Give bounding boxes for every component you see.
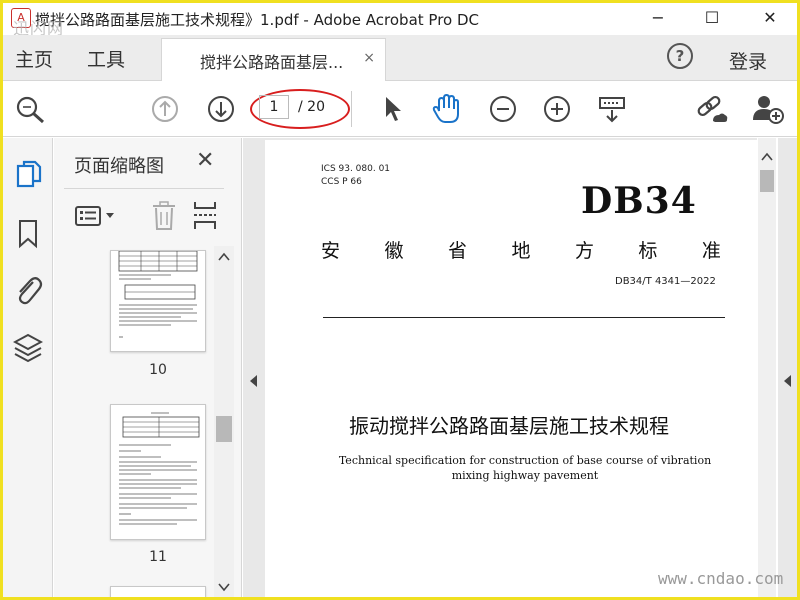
panel-close-icon[interactable]: ✕ [196, 148, 214, 173]
right-collapse-strip[interactable] [778, 138, 797, 597]
header-rule [323, 317, 725, 318]
login-button[interactable]: 登录 [729, 47, 767, 74]
main-toolbar: 1 / 20 [3, 81, 797, 137]
watermark-bottom: www.cndao.com [658, 569, 784, 588]
doc-scroll-up-icon[interactable] [761, 152, 773, 162]
document-subtitle: Technical specification for construction… [338, 454, 712, 482]
doc-scroll-thumb[interactable] [760, 170, 774, 192]
collapse-right-icon[interactable] [783, 374, 793, 388]
hand-icon[interactable] [431, 93, 465, 125]
province-char: 准 [701, 240, 721, 262]
province-char: 省 [447, 240, 467, 262]
panel-title: 页面缩略图 [74, 156, 164, 177]
menu-tools[interactable]: 工具 [87, 45, 125, 72]
province-char: 徽 [384, 240, 404, 262]
bookmarks-icon[interactable] [17, 218, 41, 250]
thumbnail-page-10-content [118, 250, 198, 338]
maximize-button[interactable]: ☐ [689, 3, 735, 33]
ccs-code: CCS P 66 [321, 177, 362, 187]
page-up-icon[interactable] [151, 95, 179, 123]
thumbnail-page-number: 11 [149, 549, 167, 565]
share-link-icon[interactable] [695, 95, 729, 125]
page-thumbnails-icon[interactable] [15, 160, 43, 190]
toolbar-divider [351, 91, 352, 127]
province-char: 方 [574, 240, 594, 262]
thumbnail-options-icon[interactable] [74, 204, 120, 228]
menu-home[interactable]: 主页 [15, 45, 53, 72]
scroll-up-icon[interactable] [218, 252, 230, 262]
thumbnail-panel: 页面缩略图 ✕ 10 11 [54, 138, 242, 597]
delete-page-icon[interactable] [150, 200, 178, 232]
panel-divider [64, 188, 224, 189]
add-user-icon[interactable] [751, 93, 785, 125]
province-char: 标 [638, 240, 658, 262]
collapse-left-icon[interactable] [249, 374, 259, 388]
title-bar: A 搅拌公路路面基层施工技术规程》1.pdf - Adobe Acrobat P… [3, 3, 797, 38]
zoom-out-icon[interactable] [489, 95, 517, 123]
navigation-rail [3, 138, 53, 597]
province-standard: 安 徽 省 地 方 标 准 [321, 236, 721, 263]
layers-icon[interactable] [13, 332, 43, 364]
window-title: 搅拌公路路面基层施工技术规程》1.pdf - Adobe Acrobat Pro… [35, 11, 480, 29]
thumbnail-list: 10 11 [54, 246, 214, 597]
thumbnail-page-12[interactable] [110, 586, 206, 597]
db-logo: DB34 [581, 180, 697, 222]
page-total: / 20 [298, 99, 325, 115]
page-down-icon[interactable] [207, 95, 235, 123]
tab-close-icon[interactable]: × [363, 50, 375, 66]
minimize-button[interactable]: − [635, 3, 681, 33]
scroll-mode-icon[interactable] [597, 95, 627, 125]
thumbnail-page-number: 10 [149, 362, 167, 378]
search-icon[interactable] [15, 95, 47, 125]
left-collapse-strip[interactable] [243, 138, 263, 597]
ics-code: ICS 93. 080. 01 [321, 164, 391, 174]
thumbnail-page-10[interactable] [110, 250, 206, 352]
province-char: 地 [511, 240, 531, 262]
acrobat-window: A 搅拌公路路面基层施工技术规程》1.pdf - Adobe Acrobat P… [3, 3, 797, 597]
help-icon[interactable]: ? [667, 43, 693, 69]
thumbnail-page-11[interactable] [110, 404, 206, 540]
thumbnail-page-11-content [119, 412, 200, 525]
select-arrow-icon[interactable] [383, 95, 405, 123]
tab-document-label: 搅拌公路路面基层... [200, 53, 344, 72]
thumbnail-scrollbar[interactable] [214, 246, 234, 597]
province-char: 安 [321, 240, 341, 262]
scroll-down-icon[interactable] [218, 582, 230, 592]
zoom-in-icon[interactable] [543, 95, 571, 123]
thumbnail-scroll-thumb[interactable] [216, 416, 232, 442]
page-number-input[interactable]: 1 [259, 95, 289, 119]
document-scrollbar[interactable] [758, 138, 776, 597]
standard-number: DB34/T 4341—2022 [615, 276, 716, 287]
document-title: 振动搅拌公路路面基层施工技术规程 [349, 414, 669, 438]
document-viewer: ICS 93. 080. 01 CCS P 66 DB34 安 徽 省 地 方 … [263, 138, 757, 597]
tab-bar: 主页 工具 搅拌公路路面基层... × ? 登录 [3, 35, 797, 81]
tab-document[interactable]: 搅拌公路路面基层... × [161, 38, 386, 81]
pdf-page: ICS 93. 080. 01 CCS P 66 DB34 安 徽 省 地 方 … [265, 140, 757, 597]
close-button[interactable]: ✕ [747, 3, 793, 33]
attachments-icon[interactable] [13, 274, 43, 308]
insert-page-icon[interactable] [192, 200, 220, 232]
